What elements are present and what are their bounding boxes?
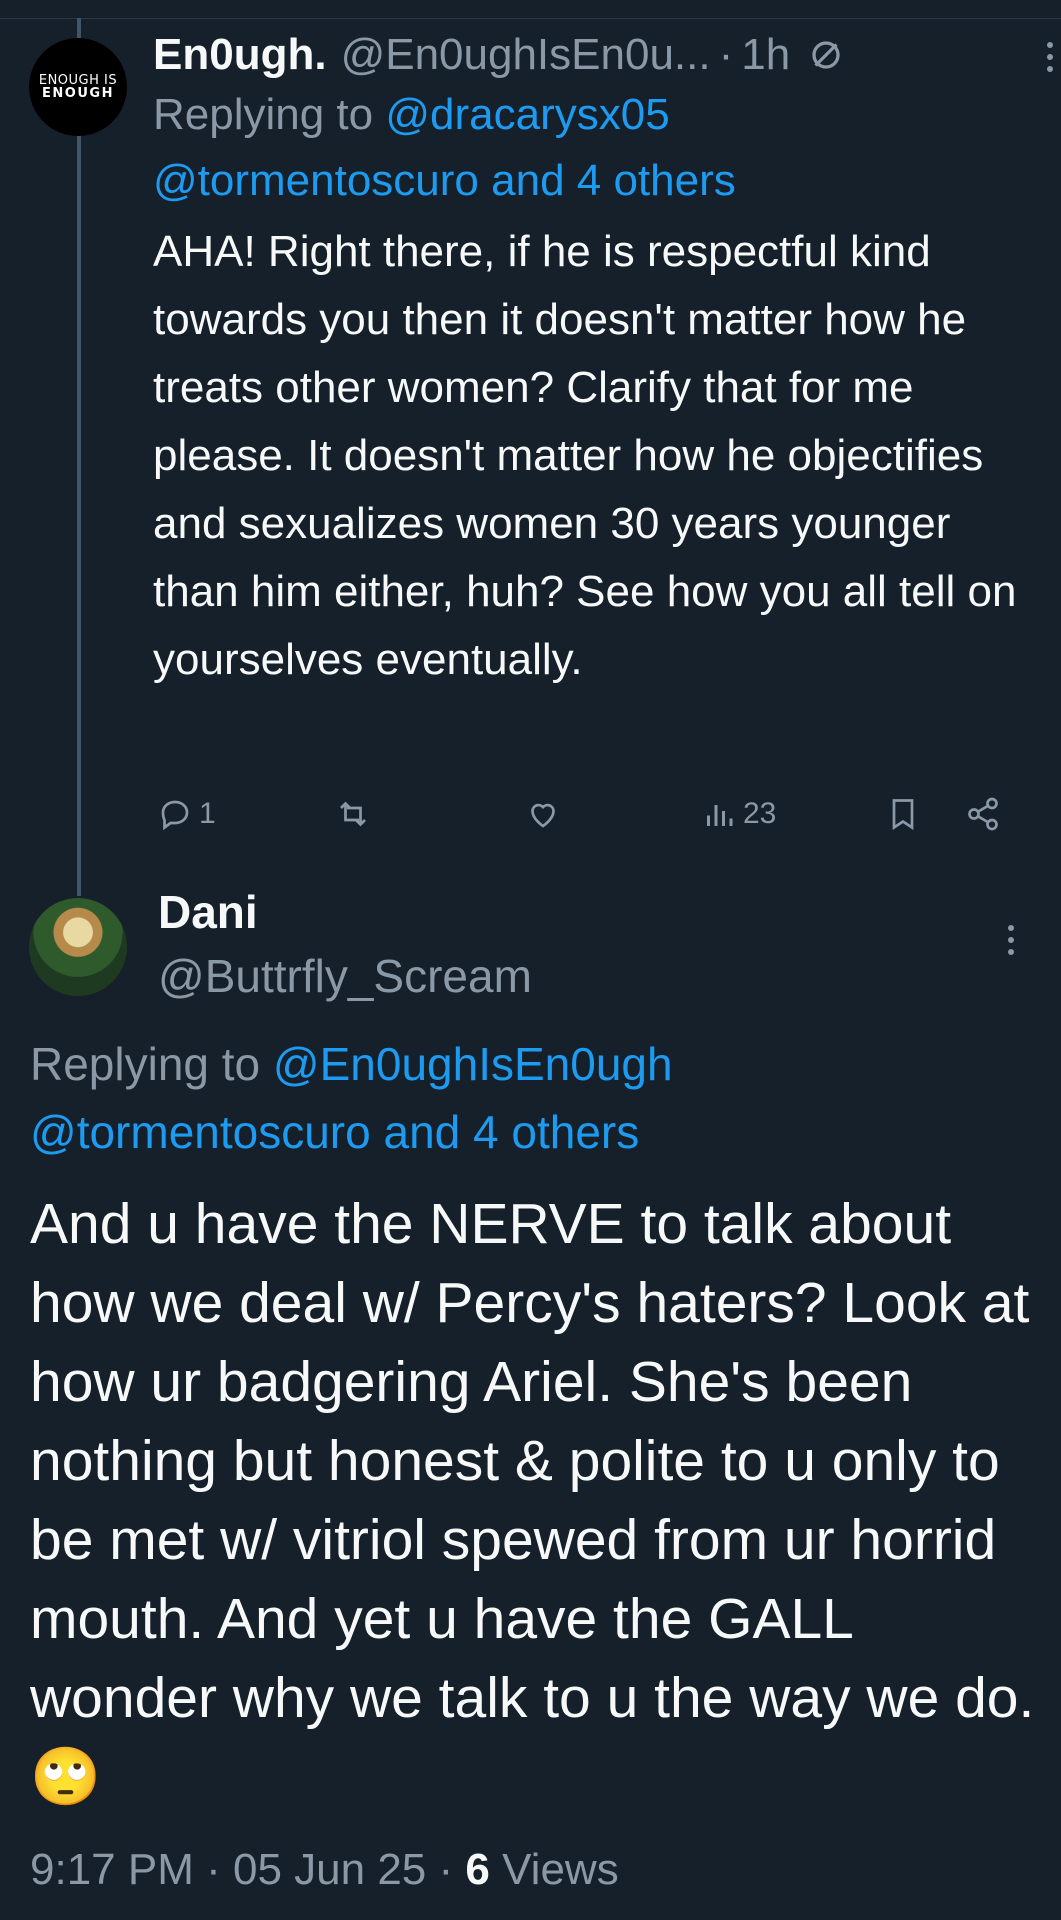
tweet-metadata: 9:17 PM · 05 Jun 25 · 6 Views [30, 1842, 619, 1898]
share-button[interactable] [965, 796, 1001, 832]
more-options-button[interactable] [1008, 925, 1014, 955]
reply-icon [161, 800, 189, 831]
author-handle[interactable]: @Buttrfly_Scream [158, 946, 532, 1006]
thread-connector-line [77, 18, 81, 896]
tweet-header: En0ugh. @En0ughIsEn0u... · 1h [153, 28, 1033, 82]
views-count: 6 [465, 1845, 490, 1894]
tweet-parent[interactable]: En0ugh. @En0ughIsEn0u... · 1h Replying t… [153, 28, 1053, 694]
bookmark-button[interactable] [885, 796, 921, 832]
more-options-button[interactable] [1047, 42, 1053, 72]
separator-dot: · [718, 30, 734, 79]
author-handle[interactable]: @En0ughIsEn0u... [341, 28, 711, 82]
separator-dot: · [438, 1845, 454, 1894]
views-label: Views [502, 1845, 619, 1894]
separator-dot: · [206, 1845, 221, 1894]
replying-label: Replying to [153, 90, 374, 139]
tweet-text: And u have the NERVE to talk about how w… [30, 1192, 1035, 1809]
view-count: 23 [743, 797, 777, 830]
tweet-time[interactable]: 9:17 PM [30, 1845, 194, 1894]
author-name[interactable]: En0ugh. [153, 28, 327, 82]
reply-mention-link[interactable]: @dracarysx05 [385, 90, 669, 139]
reply-others-link[interactable]: @tormentoscuro and 4 others [30, 1106, 639, 1158]
tweet-actions: 1 23 [153, 796, 1013, 846]
replying-to: Replying to @En0ughIsEn0ugh @tormentoscu… [30, 1030, 1040, 1166]
bar-chart-icon [707, 805, 733, 826]
repost-button[interactable] [335, 796, 371, 832]
heart-icon [531, 803, 555, 828]
share-icon [968, 797, 998, 831]
avatar[interactable] [29, 898, 127, 996]
reply-others-link[interactable]: @tormentoscuro and 4 others [153, 156, 736, 205]
avatar-text-line-2: ENOUGH [42, 86, 114, 101]
more-icon [1047, 42, 1053, 72]
avatar[interactable]: ENOUGH IS ENOUGH [29, 38, 127, 136]
reply-mention-link[interactable]: @En0ughIsEn0ugh [273, 1038, 673, 1090]
more-icon [1008, 925, 1014, 955]
no-entry-icon [812, 41, 840, 69]
repost-icon [340, 801, 366, 827]
reply-count: 1 [199, 797, 216, 830]
top-divider [0, 18, 1061, 19]
tweet-time[interactable]: 1h [741, 28, 790, 82]
reply-button[interactable]: 1 [157, 796, 216, 832]
like-button[interactable] [525, 796, 561, 832]
replying-label: Replying to [30, 1038, 261, 1090]
views-button[interactable]: 23 [701, 796, 776, 832]
tweet-date[interactable]: 05 Jun 25 [233, 1845, 426, 1894]
tweet-text: AHA! Right there, if he is respectful ki… [153, 227, 1017, 684]
author-name[interactable]: Dani [158, 882, 258, 942]
replying-to: Replying to @dracarysx05 @tormentoscuro … [153, 82, 1033, 214]
bookmark-icon [892, 799, 914, 831]
